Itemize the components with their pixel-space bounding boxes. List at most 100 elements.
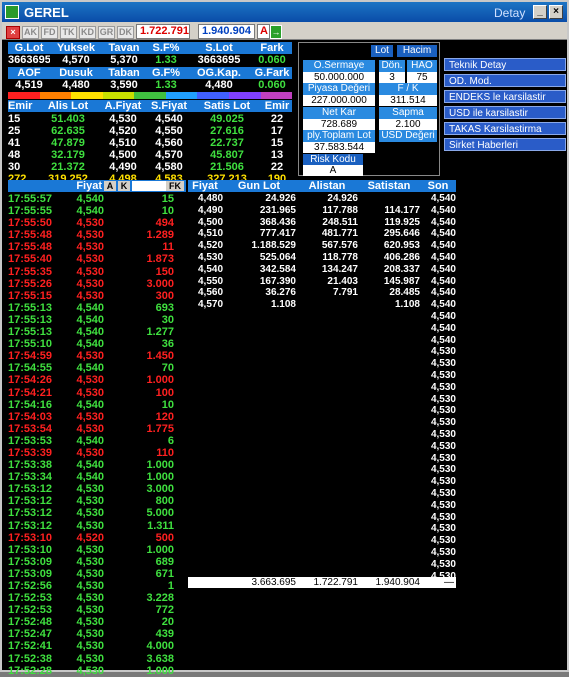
depth-row: 4,520 1.188.529 567.576 620.953 xyxy=(188,240,456,252)
hao-label: HAO xyxy=(407,60,437,72)
trade-row: 17:52:53 4,530 772 xyxy=(8,604,186,616)
depth-cell: 21.403 xyxy=(327,275,358,287)
son-value: 4,530 xyxy=(430,535,456,547)
trades-button-a[interactable]: A xyxy=(104,181,116,191)
link-item[interactable]: USD ile karsilastir xyxy=(444,106,566,119)
trade-lot: 10 xyxy=(161,398,174,411)
trade-price: 4,530 xyxy=(76,555,104,568)
link-item[interactable]: Teknik Detay xyxy=(444,58,566,71)
trade-price: 4,530 xyxy=(76,652,104,665)
trade-row: 17:55:48 4,530 11 xyxy=(8,241,186,253)
order-book-cell: 45.807 xyxy=(210,149,244,161)
trade-row: 17:53:12 4,530 800 xyxy=(8,495,186,507)
close-small-icon[interactable]: × xyxy=(6,26,20,39)
order-book-cell: 13 xyxy=(270,149,284,161)
trade-row: 17:53:12 4,530 1.311 xyxy=(8,520,186,532)
trade-lot: 1.289 xyxy=(146,229,174,242)
total-alistan: 1.722.791 xyxy=(313,577,359,588)
son-value: 4,540 xyxy=(430,193,456,204)
tab-ak[interactable]: AK xyxy=(22,26,39,39)
son-value: 4,530 xyxy=(430,452,456,464)
depth-cell: 4,560 xyxy=(198,287,224,299)
trades-button-fk[interactable]: FK xyxy=(166,181,184,191)
depth-row: 4,530 525.064 118.778 406.286 xyxy=(188,252,456,264)
order-book-row: 15 51.403 4,530 4,540 49.025 22 xyxy=(8,113,292,125)
trade-row: 17:52:38 4,530 3.638 xyxy=(8,653,186,665)
trades-filter-input[interactable] xyxy=(132,181,166,191)
order-book-row: 48 32.179 4,500 4,570 45.807 13 xyxy=(8,149,292,161)
fk-label: F / K xyxy=(379,83,437,95)
arrow-right-icon[interactable]: → xyxy=(270,25,282,39)
title-bar[interactable]: GEREL Detay _ × xyxy=(2,2,567,22)
depth-row: 4,570 1.108 1.108 xyxy=(188,299,456,311)
depth-cell: 777.417 xyxy=(259,228,296,240)
risk-value: A xyxy=(303,165,363,176)
tab-kd[interactable]: KD xyxy=(79,26,96,39)
trade-price: 4,540 xyxy=(76,338,104,351)
trade-lot: 439 xyxy=(155,628,174,641)
trade-row: 17:54:59 4,530 1.450 xyxy=(8,350,186,362)
trade-row: 17:55:40 4,530 1.873 xyxy=(8,253,186,265)
col-slot: S.Lot xyxy=(205,42,233,54)
depth-cell xyxy=(358,193,420,205)
trade-price: 4,530 xyxy=(76,640,104,653)
depth-row: 4,500 368.436 248.511 119.925 xyxy=(188,217,456,229)
order-book-cell: 21.506 xyxy=(210,161,244,173)
tab-dk[interactable]: DK xyxy=(117,26,134,39)
trades-button-k[interactable]: K xyxy=(118,181,130,191)
order-book-row: 30 21.372 4,490 4,580 21.506 22 xyxy=(8,161,292,173)
minimize-icon[interactable]: _ xyxy=(533,5,547,19)
trade-price: 4,530 xyxy=(76,604,104,617)
link-item[interactable]: ENDEKS le karsilastir xyxy=(444,90,566,103)
close-icon[interactable]: × xyxy=(549,5,563,19)
sapma-value: 2.100 xyxy=(379,119,437,130)
tab-fd[interactable]: FD xyxy=(41,26,58,39)
depth-cell: 4,540 xyxy=(198,263,224,275)
price-field-2[interactable]: 1.940.904 xyxy=(198,24,255,39)
son-value: 4,530 xyxy=(430,487,456,499)
link-item[interactable]: TAKAS Karsilastirma xyxy=(444,122,566,135)
depth-cell: 167.390 xyxy=(259,275,296,287)
strip-segment-7 xyxy=(228,92,261,99)
link-item[interactable]: OD. Mod. xyxy=(444,74,566,87)
strip-segment-3 xyxy=(102,92,135,99)
alert-button[interactable]: A xyxy=(257,24,270,39)
trade-row: 17:55:10 4,540 36 xyxy=(8,338,186,350)
trade-time: 17:55:35 xyxy=(8,265,53,278)
trade-time: 17:52:48 xyxy=(8,616,53,629)
trade-row: 17:53:10 4,520 500 xyxy=(8,532,186,544)
son-value: 4,530 xyxy=(430,464,456,476)
order-book-cell: 21.372 xyxy=(51,161,85,173)
order-book-row: 25 62.635 4,520 4,550 27.616 17 xyxy=(8,125,292,137)
trade-price: 4,540 xyxy=(76,362,104,375)
trade-row: 17:54:26 4,530 1.000 xyxy=(8,374,186,386)
son-value: 4,530 xyxy=(430,369,456,381)
link-item[interactable]: Sirket Haberleri xyxy=(444,138,566,151)
trade-row: 17:55:35 4,530 150 xyxy=(8,266,186,278)
hacim-button[interactable]: Hacim xyxy=(397,45,437,57)
col-alis-lot: Alis Lot xyxy=(47,100,89,112)
order-book-cell: 25 xyxy=(8,125,21,137)
trade-row: 17:54:03 4,530 120 xyxy=(8,411,186,423)
depth-col-son: Son xyxy=(427,180,449,192)
col-fark: Fark xyxy=(260,42,284,54)
trade-row: 17:53:54 4,530 1.775 xyxy=(8,423,186,435)
depth-cell: 368.436 xyxy=(259,216,296,228)
trade-lot: 1.873 xyxy=(146,253,174,266)
trade-row: 17:55:13 4,540 30 xyxy=(8,314,186,326)
price-field-1[interactable]: 1.722.791 xyxy=(136,24,190,39)
son-column: 4,540 4,540 4,540 4,540 4,540 4,540 4,540 4,540… xyxy=(422,193,458,582)
tab-gr[interactable]: GR xyxy=(98,26,115,39)
order-book: 15 51.403 4,530 4,540 49.025 22 25 62.635 4,520 4… xyxy=(8,113,292,185)
usd-label[interactable]: USD Değeri xyxy=(379,130,437,142)
order-book-cell: 15 xyxy=(8,113,21,125)
lot-button[interactable]: Lot xyxy=(371,45,393,57)
order-book-cell: 22 xyxy=(270,161,284,173)
trade-lot: 70 xyxy=(161,362,174,375)
tab-tk[interactable]: TK xyxy=(60,26,77,39)
depth-cell: 4,570 xyxy=(198,299,224,311)
trade-lot: 3.228 xyxy=(146,592,174,605)
depth-cell: 4,520 xyxy=(198,240,224,252)
depth-col-satistan: Satistan xyxy=(367,180,411,192)
trade-time: 17:53:54 xyxy=(8,422,53,435)
